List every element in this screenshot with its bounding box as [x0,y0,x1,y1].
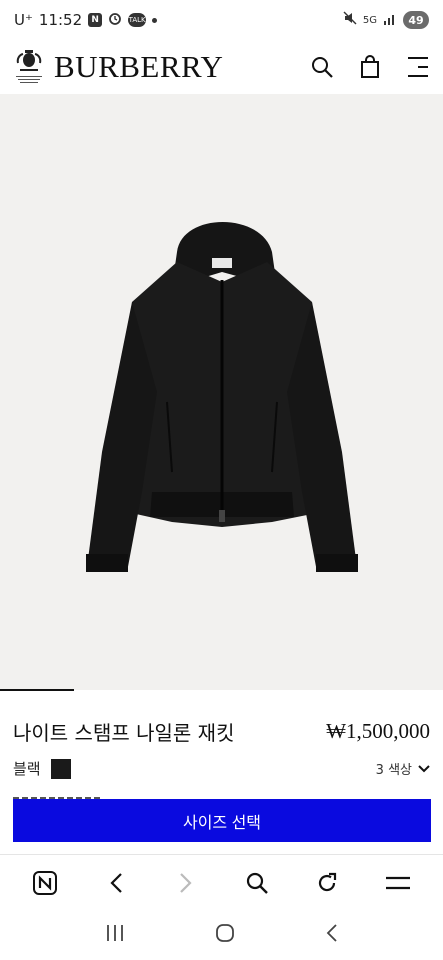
alarm-icon [108,11,122,29]
more-notifications-icon [152,17,158,23]
back-icon[interactable] [101,868,131,898]
naver-home-icon[interactable] [30,868,60,898]
color-count-label: 3 색상 [375,763,412,778]
chevron-down-icon [418,764,430,772]
kakaotalk-notification-icon: TALK [128,13,147,27]
product-title: 나이트 스탬프 나일론 재킷 [13,721,235,745]
clock: 11:52 [38,11,83,29]
naver-notification-icon: N [88,13,103,27]
royal-warrant-crest-logo[interactable] [12,48,46,86]
jacket-illustration [85,222,358,572]
color-count-dropdown[interactable]: 3 색상 [376,759,430,778]
shopping-bag-icon[interactable] [357,54,383,80]
carousel-indicator [0,689,74,691]
home-icon[interactable] [215,923,235,947]
browser-search-icon[interactable] [242,868,272,898]
forward-icon[interactable] [171,868,201,898]
site-header: BURBERRY [0,40,443,94]
network-type: 5G [362,14,377,26]
status-bar: U⁺ 11:52 N TALK 5G 49 [0,0,443,40]
select-size-button[interactable]: 사이즈 선택 [13,799,431,842]
battery-indicator: 49 [403,11,429,29]
product-image[interactable] [0,94,443,690]
carrier-label: U⁺ [14,11,33,29]
color-row: 블랙 3 색상 [13,758,430,779]
mute-icon [343,11,357,29]
search-icon[interactable] [309,54,335,80]
browser-menu-icon[interactable] [383,868,413,898]
recent-apps-icon[interactable] [105,924,125,946]
reload-icon[interactable] [312,868,342,898]
browser-toolbar [0,854,443,910]
system-back-icon[interactable] [326,923,338,947]
product-title-row: 나이트 스탬프 나일론 재킷 ₩1,500,000 [13,717,430,746]
signal-icon [383,11,397,29]
product-price: ₩1,500,000 [326,719,430,743]
menu-icon[interactable] [405,54,431,80]
color-label: 블랙 [13,760,41,778]
color-swatch[interactable] [50,758,71,779]
brand-logo[interactable]: BURBERRY [54,49,223,85]
system-navigation-bar [0,910,443,960]
